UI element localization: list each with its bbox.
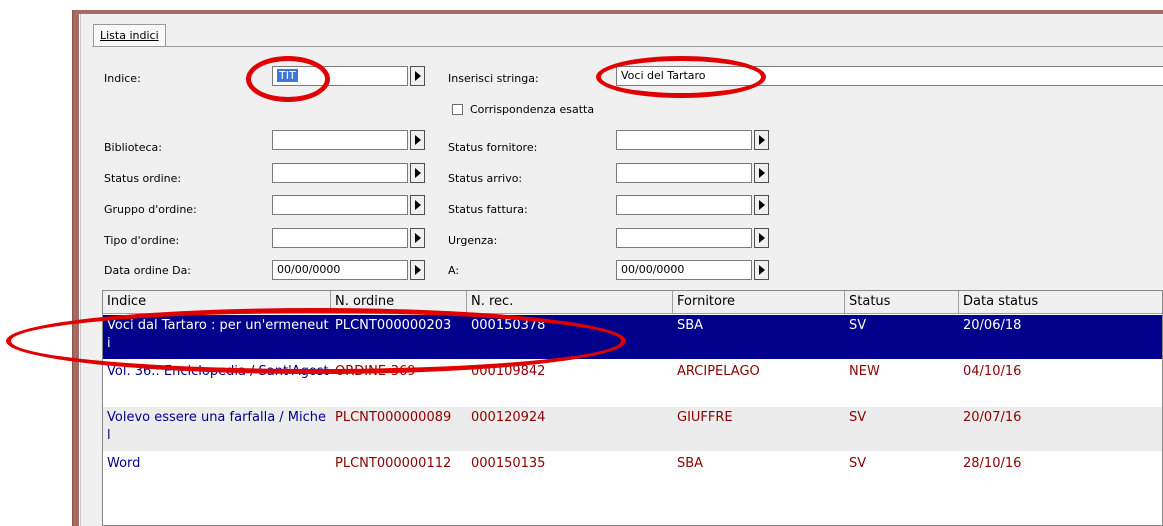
status-fattura-input[interactable] [616,195,752,215]
tipo-ordine-dropdown-button[interactable] [410,228,425,248]
tipo-ordine-input[interactable] [272,228,408,248]
status-ordine-label: Status ordine: [104,172,182,185]
cell-status: SV [849,456,867,471]
annotation-ellipse-indice [246,56,330,102]
tab-divider [92,46,1163,47]
urgenza-dropdown-button[interactable] [754,228,769,248]
biblioteca-input[interactable] [272,130,408,150]
cell-indice: Volevo essere una farfalla / Michel [107,410,327,443]
cell-fornitore: ARCIPELAGO [677,364,760,379]
indice-label: Indice: [104,72,141,85]
biblioteca-label: Biblioteca: [104,141,163,154]
cell-data-status: 28/10/16 [963,456,1022,471]
cell-status: NEW [849,364,880,379]
corrispondenza-esatta-checkbox[interactable] [452,104,463,115]
column-header-fornitore[interactable]: Fornitore [673,291,845,313]
column-header-n-rec[interactable]: N. rec. [467,291,673,313]
cell-data-status: 20/07/16 [963,410,1022,425]
status-arrivo-dropdown-button[interactable] [754,163,769,183]
table-row[interactable]: Volevo essere una farfalla / Michel PLCN… [103,407,1162,451]
cell-status: SV [849,410,867,425]
column-header-data-status[interactable]: Data status [959,291,1162,313]
gruppo-ordine-input[interactable] [272,195,408,215]
cell-n-rec: 000150135 [471,456,546,471]
annotation-ellipse-stringa [596,56,766,98]
status-fornitore-label: Status fornitore: [448,141,538,154]
status-fattura-label: Status fattura: [448,203,528,216]
gruppo-ordine-label: Gruppo d'ordine: [104,203,197,216]
indice-dropdown-button[interactable] [410,66,425,86]
cell-data-status: 20/06/18 [963,318,1022,333]
cell-n-rec: 000120924 [471,410,546,425]
data-ordine-da-input[interactable]: 00/00/0000 [272,260,408,280]
urgenza-label: Urgenza: [448,234,498,247]
cell-fornitore: SBA [677,318,704,333]
status-ordine-dropdown-button[interactable] [410,163,425,183]
inserisci-stringa-label: Inserisci stringa: [448,72,539,85]
status-fattura-dropdown-button[interactable] [754,195,769,215]
status-fornitore-input[interactable] [616,130,752,150]
data-a-dropdown-button[interactable] [754,260,769,280]
status-ordine-input[interactable] [272,163,408,183]
cell-fornitore: SBA [677,456,704,471]
data-ordine-da-dropdown-button[interactable] [410,260,425,280]
gruppo-ordine-dropdown-button[interactable] [410,195,425,215]
table-row[interactable]: Word PLCNT000000112 000150135 SBA SV 28/… [103,453,1162,497]
status-arrivo-input[interactable] [616,163,752,183]
status-fornitore-dropdown-button[interactable] [754,130,769,150]
annotation-ellipse-result-row [6,308,626,374]
cell-n-ordine: PLCNT000000089 [335,410,452,425]
tab-lista-indici[interactable]: Lista indici [93,24,166,47]
biblioteca-dropdown-button[interactable] [410,130,425,150]
window-frame-left [72,10,79,526]
cell-indice: Word [107,456,141,471]
corrispondenza-esatta-label: Corrispondenza esatta [470,103,595,116]
tipo-ordine-label: Tipo d'ordine: [104,234,180,247]
cell-n-ordine: PLCNT000000112 [335,456,452,471]
column-header-status[interactable]: Status [845,291,959,313]
data-a-label: A: [448,264,460,277]
data-a-input[interactable]: 00/00/0000 [616,260,752,280]
cell-data-status: 04/10/16 [963,364,1022,379]
cell-fornitore: GIUFFRE [677,410,733,425]
status-arrivo-label: Status arrivo: [448,172,523,185]
data-ordine-da-label: Data ordine Da: [104,264,192,277]
cell-status: SV [849,318,867,333]
urgenza-input[interactable] [616,228,752,248]
